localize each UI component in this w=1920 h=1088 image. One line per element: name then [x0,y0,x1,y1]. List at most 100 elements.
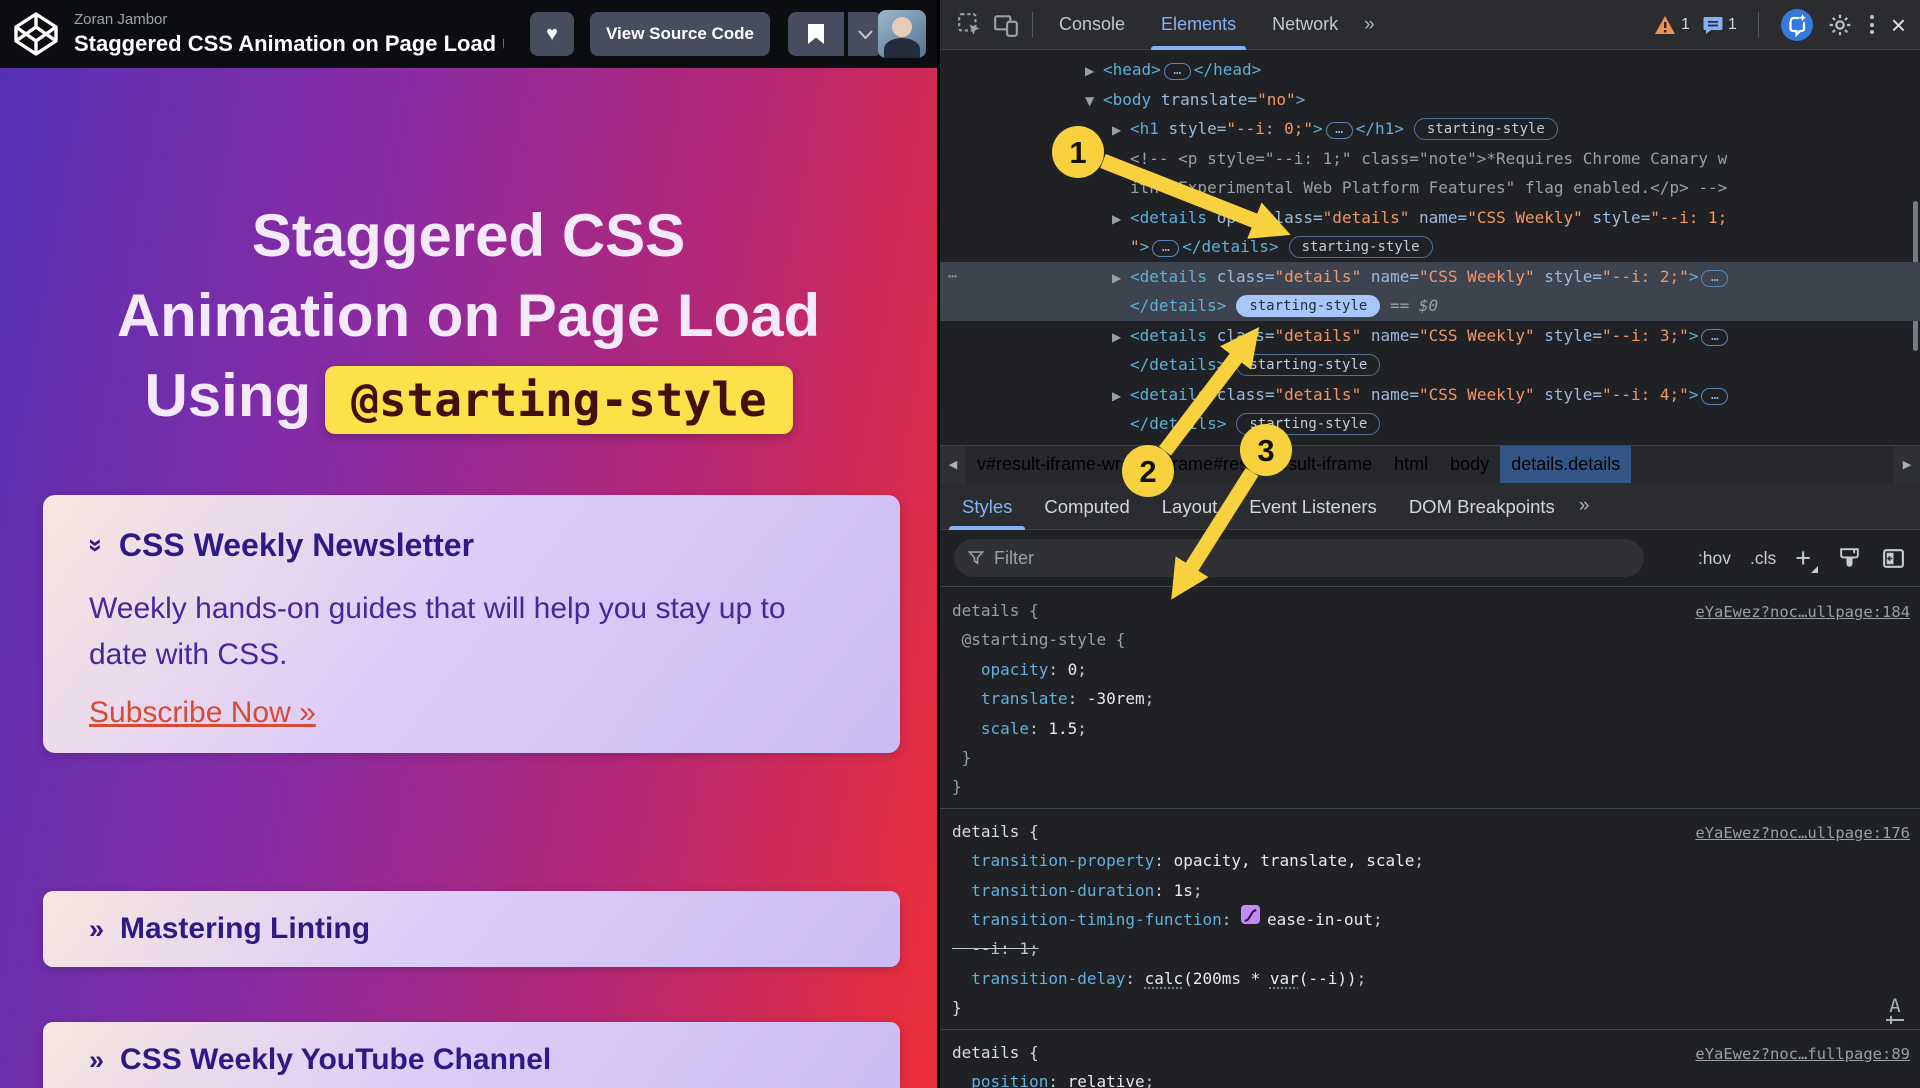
newsletter-body: Weekly hands-on guides that will help yo… [89,586,789,678]
rendering-emulations-button[interactable] [1837,546,1862,571]
element-classes-button[interactable]: .cls [1750,548,1776,569]
codepen-pane: Zoran Jambor Staggered CSS Animation on … [0,0,937,1088]
tab-console[interactable]: Console [1041,0,1143,50]
dom-tree: ▶<head>…</head>▼<body translate="no">▶<h… [940,51,1920,445]
dom-tree-row[interactable]: </details>starting-style [940,350,1920,380]
devtools-pane: ConsoleElementsNetwork » 1 1 [937,0,1920,1088]
ellipsis-expand-button[interactable]: … [1701,270,1728,287]
device-toolbar-icon [993,12,1019,38]
devtools-toolbar: ConsoleElementsNetwork » 1 1 [940,0,1920,50]
dom-tree-row[interactable]: </details>starting-style [940,409,1920,439]
dom-tree-row[interactable]: ith "Experimental Web Platform Features"… [940,173,1920,203]
sidebar-panel-icon [1881,546,1906,571]
breadcrumb-item[interactable]: iframe#result.result-iframe [1152,446,1383,483]
dom-tree-row[interactable]: ▶<details open class="details" name="CSS… [940,203,1920,233]
ellipsis-expand-button[interactable]: … [1152,240,1179,257]
dom-tree-row[interactable]: ▶<h1 style="--i: 0;">…</h1>starting-styl… [940,114,1920,144]
dom-tree-row[interactable]: ▶<details class="details" name="CSS Week… [940,321,1920,351]
styles-panel: eYaEwez?noc…ullpage:184details { @starti… [940,588,1920,1088]
breadcrumb-item[interactable]: v#result-iframe-wrap [966,446,1152,483]
breadcrumb-item[interactable]: details.details [1500,446,1631,483]
details-open-marker-icon: » [81,539,110,553]
tab-dom-breakpoints[interactable]: DOM Breakpoints [1393,483,1571,530]
ellipsis-expand-button[interactable]: … [1701,329,1728,346]
ellipsis-expand-button[interactable]: … [1326,122,1353,139]
source-link[interactable]: eYaEwez?noc…ullpage:176 [1695,819,1910,848]
dom-tree-row[interactable]: </details>starting-style == $0 [940,291,1920,321]
source-link[interactable]: eYaEwez?noc…ullpage:184 [1695,598,1910,627]
bezier-curve-icon[interactable] [1241,905,1260,924]
filter-field[interactable] [954,539,1644,577]
ellipsis-expand-button[interactable]: … [1701,388,1728,405]
ellipsis-expand-button[interactable]: … [1164,63,1191,80]
menu-button[interactable] [1866,11,1878,38]
toolbar-divider [1032,12,1033,38]
breadcrumb-scroll-right[interactable]: ▶ [1894,446,1920,483]
sidebar-toggle-button[interactable] [1881,546,1906,571]
tab-styles[interactable]: Styles [946,483,1028,530]
pen-meta: Zoran Jambor Staggered CSS Animation on … [74,10,504,58]
font-editor-button[interactable]: A [1886,997,1904,1021]
user-avatar[interactable] [878,10,926,58]
tree-expanded-icon[interactable]: ▼ [1085,87,1103,117]
filter-input[interactable] [994,548,1554,569]
tab-computed[interactable]: Computed [1028,483,1145,530]
codepen-logo-icon[interactable] [12,10,60,58]
starting-style-badge[interactable]: starting-style [1236,413,1380,435]
warning-icon [1654,15,1676,35]
heading-line: Using@starting-style [0,356,937,436]
warnings-badge[interactable]: 1 [1654,15,1690,35]
bookmark-button[interactable] [788,12,844,56]
tab-event-listeners[interactable]: Event Listeners [1233,483,1393,530]
device-toolbar-button[interactable] [988,0,1024,50]
tree-collapsed-icon[interactable]: ▶ [1112,205,1130,235]
tree-collapsed-icon[interactable]: ▶ [1085,57,1103,87]
more-sidebar-tabs-button[interactable]: » [1571,495,1598,517]
starting-style-badge[interactable]: starting-style [1236,354,1380,376]
new-style-rule-button[interactable]: + [1795,545,1818,572]
dom-tree-row[interactable]: ▶<head>…</head> [940,55,1920,85]
breadcrumb-item[interactable]: body [1439,446,1500,483]
more-panels-button[interactable]: » [1356,14,1383,36]
tree-collapsed-icon[interactable]: ▶ [1112,116,1130,146]
tree-collapsed-icon[interactable]: ▶ [1112,323,1130,353]
dom-tree-row[interactable]: ▼<body translate="no"> [940,85,1920,115]
dom-breadcrumbs: ◀ v#result-iframe-wrapiframe#result.resu… [940,445,1920,483]
starting-style-badge[interactable]: starting-style [1236,295,1380,317]
author-name: Zoran Jambor [74,10,504,30]
issues-badge[interactable]: 1 [1703,16,1737,34]
newsletter-summary[interactable]: » CSS Weekly Newsletter [89,527,854,564]
starting-style-badge[interactable]: starting-style [1289,236,1433,258]
tab-layout[interactable]: Layout [1146,483,1234,530]
collapsed-card-mastering-linting[interactable]: » Mastering Linting [43,891,900,967]
page-heading: Staggered CSS Animation on Page Load Usi… [0,196,937,436]
row-options-icon[interactable]: ⋯ [948,262,958,292]
dom-tree-row[interactable]: <!-- <p style="--i: 1;" class="note">*Re… [940,144,1920,174]
dom-tree-row[interactable]: ⋯▶<details class="details" name="CSS Wee… [940,262,1920,292]
card-title: CSS Weekly YouTube Channel [120,1043,551,1077]
inspect-icon [957,12,983,38]
tree-collapsed-icon[interactable]: ▶ [1112,264,1130,294]
ai-assistance-button[interactable] [1780,8,1814,42]
close-devtools-button[interactable]: × [1891,12,1906,38]
toggle-element-state-button[interactable]: :hov [1698,548,1731,569]
dom-tree-row[interactable]: ▶<details class="details" name="CSS Week… [940,380,1920,410]
collapsed-card-youtube-channel[interactable]: » CSS Weekly YouTube Channel [43,1022,900,1088]
pen-title: Staggered CSS Animation on Page Load usi… [74,30,504,58]
breadcrumb-scroll-left[interactable]: ◀ [940,446,966,483]
starting-style-badge[interactable]: starting-style [1414,118,1558,140]
bookmark-dropdown-button[interactable] [846,12,882,56]
tab-network[interactable]: Network [1254,0,1356,50]
toolbar-divider [1758,12,1759,38]
subscribe-link[interactable]: Subscribe Now » [89,696,316,730]
view-source-button[interactable]: View Source Code [590,12,770,56]
source-link[interactable]: eYaEwez?noc…fullpage:89 [1695,1040,1910,1069]
inspect-element-button[interactable] [952,0,988,50]
like-button[interactable]: ♥ [530,12,574,56]
settings-button[interactable] [1827,12,1853,38]
breadcrumb-item[interactable]: html [1383,446,1439,483]
tree-collapsed-icon[interactable]: ▶ [1112,382,1130,412]
tab-elements[interactable]: Elements [1143,0,1254,50]
dom-tree-row[interactable]: ">…</details>starting-style [940,232,1920,262]
issues-icon [1703,16,1723,34]
